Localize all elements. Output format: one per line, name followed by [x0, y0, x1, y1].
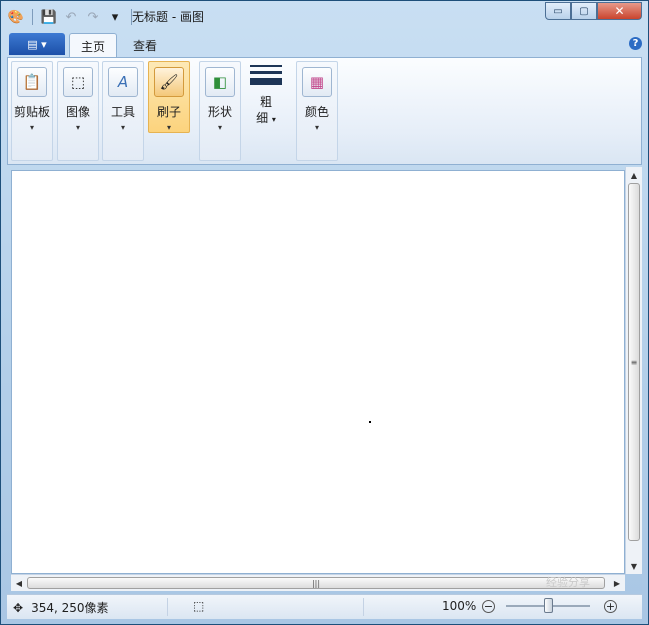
brush-icon: 🖌 [154, 67, 184, 97]
scroll-up-icon[interactable]: ▲ [626, 167, 642, 183]
redo-icon[interactable]: ↷ [84, 8, 102, 26]
zoom-slider-thumb[interactable] [544, 598, 553, 613]
clipboard-group: 📋 剪贴板 ▾ [11, 61, 53, 161]
chevron-down-icon: ▾ [75, 123, 80, 132]
shapes-icon: ◧ [205, 67, 235, 97]
customize-qat-icon[interactable]: ▾ [106, 8, 124, 26]
shapes-button[interactable]: ◧ 形状 ▾ [200, 62, 240, 160]
window-title: 无标题 - 画图 [132, 10, 204, 24]
scroll-down-icon[interactable]: ▼ [626, 558, 642, 574]
maximize-button[interactable]: ▢ [571, 2, 597, 20]
line-width-icon [250, 65, 282, 85]
image-label: 图像 [65, 105, 90, 119]
clipboard-label: 剪贴板 [13, 105, 50, 119]
size-button[interactable]: 粗 细 ▾ [245, 61, 287, 161]
close-button[interactable]: ✕ [597, 2, 642, 20]
scroll-left-icon[interactable]: ◀ [11, 575, 27, 591]
colors-label: 颜色 [304, 105, 329, 119]
tools-label: 工具 [110, 105, 135, 119]
quick-access-toolbar: 🎨 💾 ↶ ↷ ▾ [7, 7, 135, 27]
horizontal-scrollbar[interactable]: ◀ ||| ▶ [11, 574, 625, 591]
select-icon: ⬚ [63, 67, 93, 97]
watermark: 经验分享 [546, 576, 590, 589]
brushes-group: 🖌 刷子 ▾ [148, 61, 190, 133]
clipboard-icon: 📋 [17, 67, 47, 97]
tools-group: A 工具 ▾ [102, 61, 144, 161]
minimize-button[interactable]: ▭ [545, 2, 571, 20]
caption-buttons: ▭ ▢ ✕ [545, 2, 642, 20]
app-menu-button[interactable]: ▤ ▾ [9, 33, 65, 55]
zoom-out-button[interactable]: − [482, 600, 495, 613]
status-divider [363, 598, 364, 616]
ribbon-tabs: ▤ ▾ 主页 查看 ? [7, 32, 642, 58]
vertical-scroll-thumb[interactable]: ≡ [628, 183, 640, 541]
colors-button[interactable]: ▦ 颜色 ▾ [297, 62, 337, 160]
colors-group: ▦ 颜色 ▾ [296, 61, 338, 161]
size-label-line1: 粗 [259, 95, 272, 109]
selection-size-icon: ⬚ [193, 599, 205, 613]
chevron-down-icon: ▾ [217, 123, 222, 132]
size-label-line2: 细 [256, 111, 269, 125]
qat-separator [32, 9, 33, 25]
cursor-position-text: 354, 250像素 [31, 601, 109, 615]
brushes-label: 刷子 [156, 105, 181, 119]
save-icon[interactable]: 💾 [40, 8, 58, 26]
cursor-position: ✥ 354, 250像素 [13, 599, 109, 616]
tab-view[interactable]: 查看 [125, 33, 165, 57]
horizontal-scroll-thumb[interactable]: ||| [27, 577, 605, 589]
undo-icon[interactable]: ↶ [62, 8, 80, 26]
chevron-down-icon: ▾ [29, 123, 34, 132]
title-bar: 🎨 💾 ↶ ↷ ▾ 无标题 - 画图 ▭ ▢ ✕ [1, 1, 648, 31]
chevron-down-icon: ▾ [314, 123, 319, 132]
shapes-group: ◧ 形状 ▾ [199, 61, 241, 161]
tab-home[interactable]: 主页 [69, 33, 117, 58]
paint-window: 🎨 💾 ↶ ↷ ▾ 无标题 - 画图 ▭ ▢ ✕ ▤ ▾ 主页 查看 ? 📋 剪… [0, 0, 649, 625]
chevron-down-icon: ▾ [120, 123, 125, 132]
help-icon[interactable]: ? [629, 37, 642, 50]
chevron-down-icon: ▾ [166, 123, 171, 132]
shapes-label: 形状 [207, 105, 232, 119]
cursor-position-icon: ✥ [13, 600, 24, 615]
tools-button[interactable]: A 工具 ▾ [103, 62, 143, 160]
zoom-in-button[interactable]: + [604, 600, 617, 613]
status-divider [167, 598, 168, 616]
color-palette-icon: ▦ [302, 67, 332, 97]
drawing-canvas[interactable] [11, 170, 625, 574]
chevron-down-icon: ▾ [271, 115, 276, 124]
clipboard-button[interactable]: 📋 剪贴板 ▾ [12, 62, 52, 160]
zoom-level: 100% [442, 599, 477, 613]
scroll-right-icon[interactable]: ▶ [609, 575, 625, 591]
image-button[interactable]: ⬚ 图像 ▾ [58, 62, 98, 160]
vertical-scrollbar[interactable]: ▲ ≡ ▼ [625, 167, 642, 574]
image-group: ⬚ 图像 ▾ [57, 61, 99, 161]
paint-icon[interactable]: 🎨 [7, 8, 25, 26]
brushes-button[interactable]: 🖌 刷子 ▾ [148, 61, 190, 133]
status-bar: ✥ 354, 250像素 ⬚ 100% − + [7, 594, 642, 619]
size-group: 粗 细 ▾ [245, 61, 287, 161]
ribbon: 📋 剪贴板 ▾ ⬚ 图像 ▾ A 工具 ▾ 🖌 刷子 ▾ ◧ 形状 ▾ 粗 细 … [7, 57, 642, 165]
canvas-dot [369, 421, 371, 423]
tools-icon: A [108, 67, 138, 97]
